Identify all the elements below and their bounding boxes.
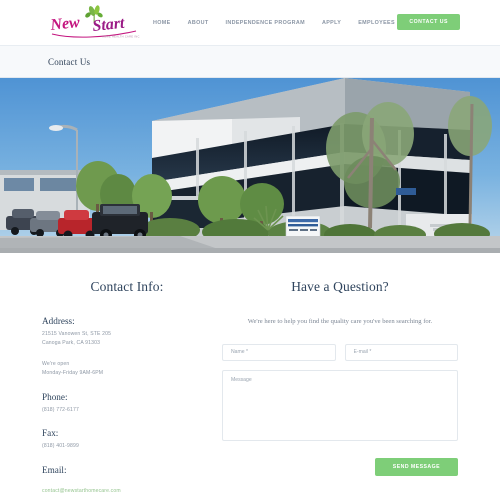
nav-item-home[interactable]: HOME xyxy=(153,20,171,26)
contact-info-column: Contact Info: Address: 21515 Vanowen St,… xyxy=(42,279,212,500)
hours-line-1: We're open xyxy=(42,360,70,367)
nav-item-about[interactable]: ABOUT xyxy=(188,20,209,26)
email-label: Email: xyxy=(42,464,67,475)
address-label: Address: xyxy=(42,316,75,326)
email-input[interactable] xyxy=(344,343,458,361)
address-line-2: Canoga Park, CA 91303 xyxy=(42,340,101,347)
contact-info-heading: Contact Info: xyxy=(90,279,164,294)
fax-value: (818) 401-9899 xyxy=(42,443,79,450)
header-contact-us-button[interactable]: CONTACT US xyxy=(397,14,460,30)
send-message-button[interactable]: SEND MESSAGE xyxy=(374,457,458,476)
nav-item-independence-program[interactable]: INDEPENDENCE PROGRAM xyxy=(226,20,305,26)
breadcrumb-bar: Contact Us xyxy=(0,45,500,78)
hero-building-photo xyxy=(0,78,500,253)
email-value[interactable]: contact@newstarthomecare.com xyxy=(42,487,121,496)
page-title: Contact Us xyxy=(48,56,91,67)
contact-form-column: Have a Question? We're here to help you … xyxy=(222,279,458,500)
svg-text:New: New xyxy=(49,13,81,33)
address-line-1: 21515 Vanowen St, STE 205 xyxy=(42,331,112,337)
main-content: Contact Info: Address: 21515 Vanowen St,… xyxy=(0,253,500,500)
form-heading: Have a Question? xyxy=(291,279,389,294)
logo-graphic: New Start HOME HEALTH CARE INC. xyxy=(49,4,140,38)
main-navigation: HOME ABOUT INDEPENDENCE PROGRAM APPLY EM… xyxy=(153,20,395,26)
phone-value[interactable]: (818) 772-6177 xyxy=(42,406,212,415)
hero-image xyxy=(0,78,500,253)
svg-text:Start: Start xyxy=(92,14,126,34)
nav-item-apply[interactable]: APPLY xyxy=(322,20,341,26)
site-header: New Start HOME HEALTH CARE INC. HOME ABO… xyxy=(0,0,500,45)
form-intro-text: We're here to help you find the quality … xyxy=(247,318,433,325)
form-actions: SEND MESSAGE xyxy=(222,457,458,476)
hours-line-2: Monday-Friday 9AM-6PM xyxy=(42,370,104,377)
fax-label: Fax: xyxy=(42,428,59,439)
svg-text:HOME HEALTH CARE INC.: HOME HEALTH CARE INC. xyxy=(102,34,140,38)
phone-label: Phone: xyxy=(42,391,68,402)
form-row-name-email xyxy=(222,343,458,361)
nav-item-employees[interactable]: EMPLOYEES xyxy=(358,20,395,26)
name-input[interactable] xyxy=(222,343,336,361)
message-input[interactable] xyxy=(222,369,458,441)
site-logo[interactable]: New Start HOME HEALTH CARE INC. xyxy=(48,4,140,41)
